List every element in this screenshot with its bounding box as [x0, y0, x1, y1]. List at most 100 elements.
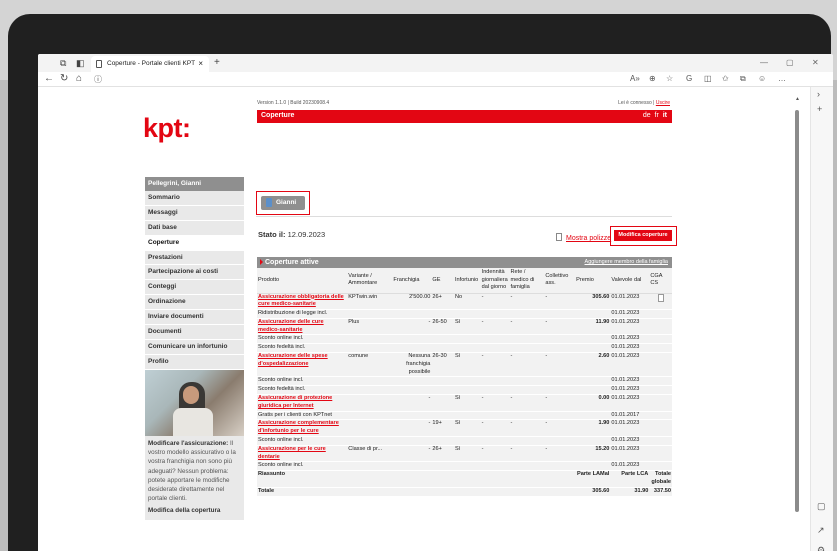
minimize-icon[interactable]: — [760, 58, 768, 67]
modify-coverage-button[interactable]: Modifica coperture [614, 230, 672, 241]
table-row: Assicurazione di protezione giuridica pe… [257, 394, 672, 412]
cell-indennita [480, 411, 510, 421]
cell-indennita [480, 385, 510, 396]
cell-indennita: - [480, 293, 510, 311]
sidebar-item-messaggi[interactable]: Messaggi [145, 205, 244, 221]
person-tab-gianni[interactable]: Gianni [261, 196, 305, 210]
login-status: Lei è connesso | Uscire [618, 100, 670, 106]
favorites-bar-icon[interactable]: ✩ [722, 74, 729, 83]
cell-cga [649, 293, 672, 311]
cell-rete [509, 376, 545, 387]
cell-cga [649, 318, 672, 336]
product-link[interactable]: Assicurazione delle spese d'ospedalizzaz… [258, 353, 328, 367]
sidebar-item-dati-base[interactable]: Dati base [145, 220, 244, 236]
sidebar-item-sommario[interactable]: Sommario [145, 191, 244, 206]
sidebar-settings-icon[interactable]: ⚙ [817, 545, 825, 551]
cell-collettivo [544, 461, 576, 472]
browser-tab[interactable]: Coperture - Portale clienti KPT × [91, 56, 209, 72]
cell-ge [431, 343, 454, 354]
cell-collettivo [544, 334, 576, 345]
lang-de-link[interactable]: de [643, 112, 651, 119]
cell-infortunio [453, 376, 481, 387]
cell-prodotto: Sconto fedeltà incl. [257, 343, 348, 354]
sidebar-item-prestazioni[interactable]: Prestazioni [145, 250, 244, 266]
sidebar-item-conteggi[interactable]: Conteggi [145, 280, 244, 296]
cell-indennita [480, 436, 510, 446]
promo-link[interactable]: Modifica della copertura [148, 506, 241, 515]
cell-indennita [480, 334, 510, 345]
add-family-member-link[interactable]: Aggiungere membro della famiglia [585, 259, 668, 265]
cell-rete [509, 334, 545, 345]
show-policies-link[interactable]: Mostra polizze [556, 233, 611, 242]
scroll-up-icon[interactable]: ▲ [795, 96, 800, 102]
product-link[interactable]: Assicurazione obbligatoria delle cure me… [258, 294, 344, 308]
cell-franchigia [392, 436, 432, 446]
home-icon[interactable]: ⌂ [76, 73, 82, 84]
cell-rete: - [509, 419, 545, 438]
favorite-icon[interactable]: ☆ [666, 74, 673, 83]
cell-variante [347, 419, 393, 438]
cell-variante [347, 461, 393, 472]
cell-collettivo [544, 436, 576, 446]
sidebar-external-icon[interactable]: ↗ [817, 525, 825, 536]
product-link[interactable]: Assicurazione di protezione giuridica pe… [258, 395, 332, 409]
new-tab-button[interactable]: + [214, 57, 220, 68]
cell-valevole: 01.01.2023 [610, 461, 650, 472]
cell-franchigia [392, 334, 432, 345]
lang-fr-link[interactable]: fr [655, 112, 659, 119]
sidebar-item-partecipazione[interactable]: Partecipazione ai costi [145, 265, 244, 281]
page-scrollbar[interactable]: ▲ [795, 96, 800, 551]
sidebar-item-profilo[interactable]: Profilo [145, 354, 244, 370]
cell-franchigia [392, 309, 432, 319]
sidebar-item-ordinazione[interactable]: Ordinazione [145, 295, 244, 311]
show-policies-label: Mostra polizze [566, 235, 612, 242]
refresh-icon[interactable]: ↻ [60, 73, 68, 84]
split-screen-icon[interactable]: ◫ [704, 74, 712, 83]
back-icon[interactable]: ← [44, 73, 54, 84]
menu-icon[interactable]: … [778, 74, 786, 83]
extension-icon[interactable]: G [686, 74, 692, 83]
cell-infortunio [453, 385, 481, 396]
cell-infortunio [453, 343, 481, 354]
promo-box: Modificare l'assicurazione: Il vostro mo… [145, 435, 244, 521]
tab-actions-icon[interactable]: ◧ [76, 58, 85, 69]
sidebar-add-icon[interactable]: + [817, 104, 822, 114]
maximize-icon[interactable]: ▢ [786, 58, 794, 67]
scrollbar-thumb[interactable] [795, 110, 799, 512]
cell-prodotto: Sconto online incl. [257, 334, 348, 345]
total-lamal-value: 305.60 [575, 486, 611, 497]
site-info-icon[interactable]: ⓘ [94, 74, 102, 85]
cell-infortunio: No [453, 293, 481, 311]
cell-rete: - [509, 352, 545, 378]
logged-in-text: Lei è connesso | [618, 100, 655, 106]
profile-icon[interactable]: ☺ [758, 74, 766, 83]
cell-premio: 2.60 [575, 352, 611, 378]
table-row: Assicurazione delle spese d'ospedalizzaz… [257, 352, 672, 378]
sidebar-item-documenti[interactable]: Documenti [145, 325, 244, 340]
cell-valevole: 01.01.2023 [610, 385, 650, 396]
close-window-icon[interactable]: ✕ [812, 58, 819, 67]
cell-rete [509, 343, 545, 354]
cell-ge: 19+ [431, 419, 454, 438]
sidebar-item-inviare-documenti[interactable]: Inviare documenti [145, 310, 244, 326]
logout-link[interactable]: Uscire [656, 100, 670, 106]
kpt-logo[interactable]: kpt: [143, 113, 191, 144]
sidebar-item-infortunio[interactable]: Comunicare un infortunio [145, 339, 244, 355]
sidebar-panel-icon[interactable]: ▢ [817, 501, 826, 512]
cell-variante [347, 309, 393, 319]
cell-collettivo [544, 385, 576, 396]
sidebar-item-coperture[interactable]: Coperture [145, 235, 244, 251]
product-link[interactable]: Assicurazione delle cure medico-sanitari… [258, 319, 324, 333]
workspaces-icon[interactable]: ⧉ [60, 58, 66, 69]
read-aloud-icon[interactable]: A» [630, 74, 640, 83]
cga-document-icon[interactable] [657, 293, 664, 302]
zoom-icon[interactable]: ⊕ [649, 74, 656, 83]
collections-icon[interactable]: ⧉ [740, 74, 746, 84]
sidebar-chevron-icon[interactable]: › [817, 89, 820, 99]
cell-ge [431, 309, 454, 319]
product-link[interactable]: Assicurazione per le cure dentarie [258, 446, 326, 460]
close-tab-icon[interactable]: × [198, 59, 203, 68]
version-info: Version 1.1.0 | Build 20230908.4 [257, 100, 330, 106]
lang-it-link[interactable]: it [663, 112, 667, 119]
product-link[interactable]: Assicurazione complementare d'infortunio… [258, 420, 339, 434]
